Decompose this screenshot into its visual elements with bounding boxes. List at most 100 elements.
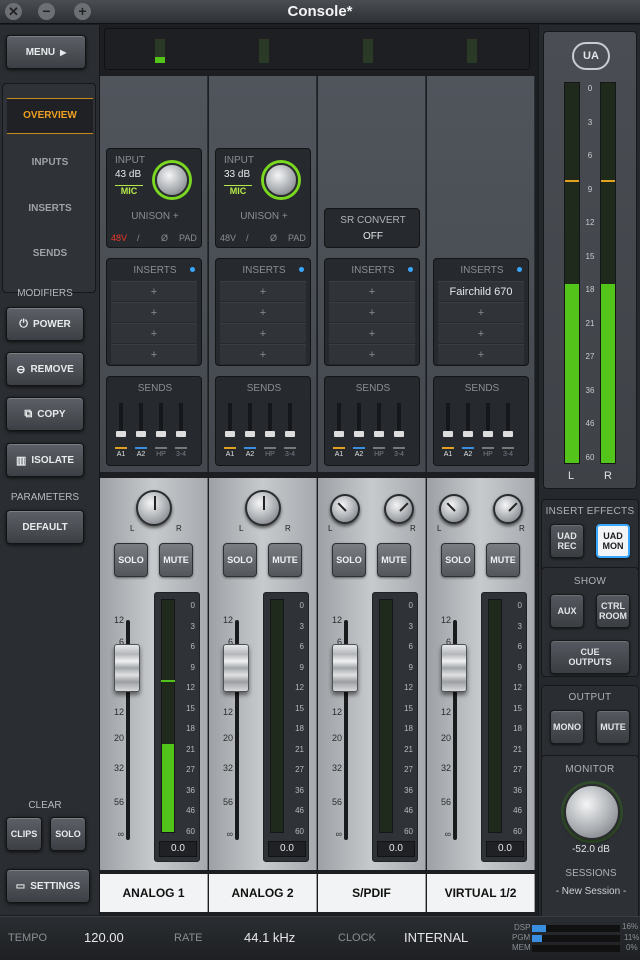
tempo-value[interactable]: 120.00	[84, 930, 124, 945]
solo-button[interactable]: SOLO	[332, 543, 366, 577]
default-button[interactable]: DEFAULT	[6, 510, 84, 544]
channel-fader[interactable]	[332, 644, 358, 692]
send-fader[interactable]	[245, 403, 255, 437]
gain-knob[interactable]	[155, 163, 189, 197]
power-button[interactable]: ⏻ POWER	[6, 307, 84, 341]
channel-name[interactable]: ANALOG 1	[100, 874, 208, 912]
unison-label[interactable]: UNISON +	[107, 211, 203, 222]
settings-button[interactable]: ▭ SETTINGS	[6, 869, 90, 903]
mute-button[interactable]: MUTE	[486, 543, 520, 577]
insert-slot[interactable]: Fairchild 670	[438, 281, 524, 301]
insert-slot[interactable]: +	[111, 323, 197, 343]
rate-value[interactable]: 44.1 kHz	[244, 930, 295, 945]
nav-inserts[interactable]: INSERTS	[7, 194, 93, 224]
mute-button[interactable]: MUTE	[377, 543, 411, 577]
send-fader[interactable]	[225, 403, 235, 437]
insert-slot[interactable]: +	[220, 281, 306, 301]
send-fader[interactable]	[394, 403, 404, 437]
insert-slot[interactable]: +	[220, 344, 306, 364]
send-fader[interactable]	[116, 403, 126, 437]
unison-label[interactable]: UNISON +	[216, 211, 312, 222]
send-fader[interactable]	[503, 403, 513, 437]
send-fader[interactable]	[285, 403, 295, 437]
insert-slot[interactable]: +	[438, 323, 524, 343]
insert-slot[interactable]: +	[111, 302, 197, 322]
send-fader[interactable]	[443, 403, 453, 437]
solo-button[interactable]: SOLO	[441, 543, 475, 577]
pan-knob-left[interactable]	[330, 494, 360, 524]
flag-lowcut[interactable]: /	[246, 233, 249, 243]
master-scale-tick: 27	[585, 352, 595, 361]
dsp-value: 16%	[622, 922, 639, 931]
insert-slot[interactable]: +	[111, 281, 197, 301]
insert-slot[interactable]: +	[111, 344, 197, 364]
mute-button[interactable]: MUTE	[159, 543, 193, 577]
pan-knob-right[interactable]	[493, 494, 523, 524]
flag-48v[interactable]: 48V	[220, 233, 236, 243]
output-mute-button[interactable]: MUTE	[596, 710, 630, 744]
cue-outputs-button[interactable]: CUE OUTPUTS	[550, 640, 630, 674]
solo-button[interactable]: SOLO	[114, 543, 148, 577]
clear-solo-button[interactable]: SOLO	[50, 817, 86, 851]
solo-button[interactable]: SOLO	[223, 543, 257, 577]
channel-fader[interactable]	[441, 644, 467, 692]
mic-badge[interactable]: MIC	[115, 185, 143, 196]
clock-value[interactable]: INTERNAL	[404, 930, 468, 945]
insert-slot[interactable]: +	[329, 302, 415, 322]
ctrl-room-button[interactable]: CTRL ROOM	[596, 594, 630, 628]
channel-name[interactable]: VIRTUAL 1/2	[427, 874, 535, 912]
send-fader[interactable]	[483, 403, 493, 437]
session-name[interactable]: - New Session -	[542, 886, 640, 897]
nav-inputs[interactable]: INPUTS	[7, 148, 93, 178]
channel-name[interactable]: ANALOG 2	[209, 874, 317, 912]
flag-phase[interactable]: Ø	[270, 233, 277, 243]
clear-clips-button[interactable]: CLIPS	[6, 817, 42, 851]
nav-sends[interactable]: SENDS	[7, 239, 93, 269]
insert-slot[interactable]: +	[329, 344, 415, 364]
pan-knob[interactable]	[245, 490, 281, 526]
uad-rec-button[interactable]: UAD REC	[550, 524, 584, 558]
monitor-knob[interactable]	[564, 784, 620, 840]
mic-badge[interactable]: MIC	[224, 185, 252, 196]
insert-slot[interactable]: +	[438, 344, 524, 364]
sr-convert-button[interactable]: SR CONVERT OFF	[324, 208, 420, 248]
insert-slot[interactable]: +	[220, 302, 306, 322]
pan-knob[interactable]	[136, 490, 172, 526]
isolate-button[interactable]: ▥ ISOLATE	[6, 443, 84, 477]
flag-phase[interactable]: Ø	[161, 233, 168, 243]
send-fader[interactable]	[176, 403, 186, 437]
gain-knob[interactable]	[264, 163, 298, 197]
send-fader[interactable]	[156, 403, 166, 437]
copy-button[interactable]: ⧉ COPY	[6, 397, 84, 431]
send-fader[interactable]	[265, 403, 275, 437]
mute-button[interactable]: MUTE	[268, 543, 302, 577]
send-fader[interactable]	[136, 403, 146, 437]
uad-mon-button[interactable]: UAD MON	[596, 524, 630, 558]
flag-pad[interactable]: PAD	[288, 233, 306, 243]
meter-scale-tick: 60	[404, 826, 413, 836]
channel-name[interactable]: S/PDIF	[318, 874, 426, 912]
master-scale-tick: 60	[585, 452, 595, 462]
meter-scale-tick: 9	[517, 662, 522, 672]
aux-button[interactable]: AUX	[550, 594, 584, 628]
flag-48v[interactable]: 48V	[111, 233, 127, 243]
channel-fader[interactable]	[223, 644, 249, 692]
channel-fader[interactable]	[114, 644, 140, 692]
send-fader[interactable]	[354, 403, 364, 437]
insert-slot[interactable]: +	[438, 302, 524, 322]
send-fader[interactable]	[374, 403, 384, 437]
menu-button[interactable]: MENU ▶	[6, 35, 86, 69]
pan-knob-right[interactable]	[384, 494, 414, 524]
pan-knob-left[interactable]	[439, 494, 469, 524]
insert-slot[interactable]: +	[329, 323, 415, 343]
fader-scale-tick: 12	[440, 615, 451, 625]
insert-slot[interactable]: +	[329, 281, 415, 301]
flag-pad[interactable]: PAD	[179, 233, 197, 243]
send-fader[interactable]	[463, 403, 473, 437]
nav-overview[interactable]: OVERVIEW	[7, 98, 93, 134]
remove-button[interactable]: ⊖ REMOVE	[6, 352, 84, 386]
mono-button[interactable]: MONO	[550, 710, 584, 744]
send-fader[interactable]	[334, 403, 344, 437]
flag-lowcut[interactable]: /	[137, 233, 140, 243]
insert-slot[interactable]: +	[220, 323, 306, 343]
